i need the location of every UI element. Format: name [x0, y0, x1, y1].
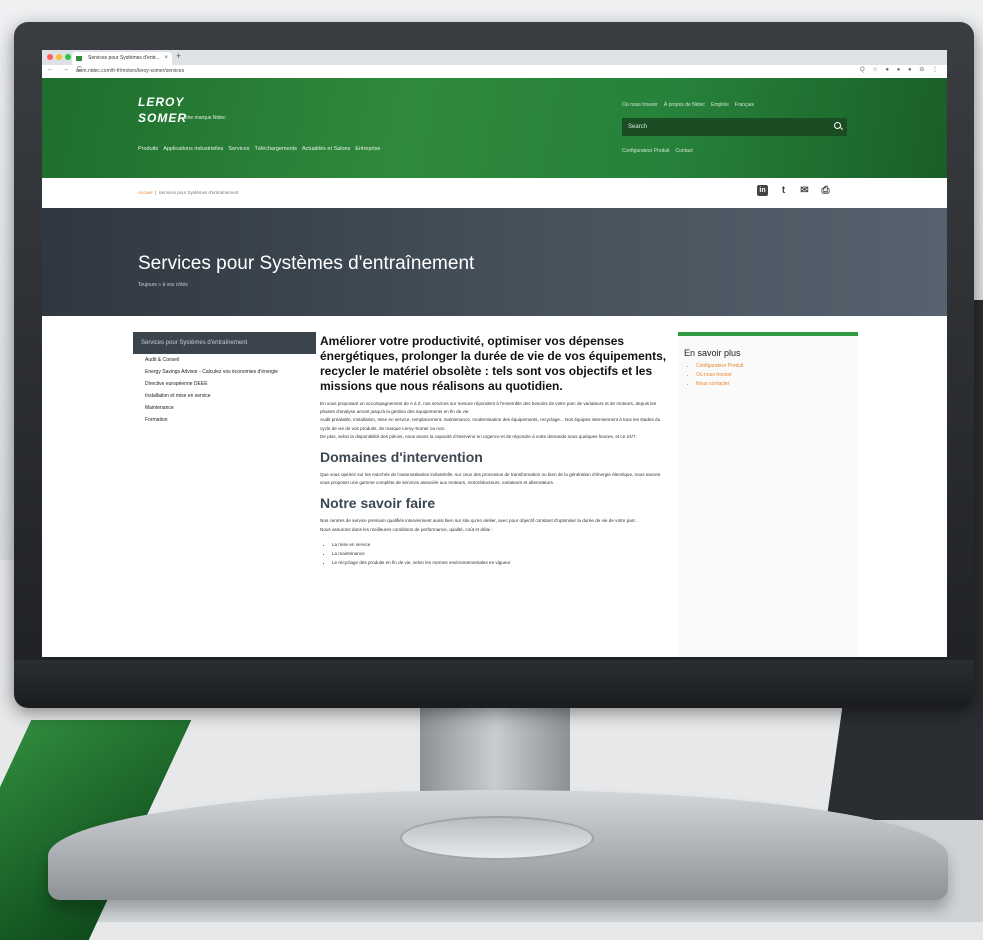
monitor-chin: [14, 660, 974, 708]
sidebar-item-audit[interactable]: Audit & Conseil: [133, 354, 316, 366]
util-link-language[interactable]: Français: [735, 102, 754, 108]
browser-toolbar-icons[interactable]: Q ☆ ● ● ● ⊖ ⋮: [860, 66, 941, 73]
sidebar-item-deee[interactable]: Directive européenne DEEE: [133, 378, 316, 390]
linkedin-icon[interactable]: in: [757, 185, 768, 196]
site-header: LEROY SOMER Une marque Nidec Produits Ap…: [42, 78, 947, 178]
close-window-button[interactable]: [47, 54, 53, 60]
list-item: La maintenance: [332, 549, 670, 558]
logo-line2[interactable]: SOMER: [138, 111, 187, 125]
sidebar-item-installation[interactable]: Installation et mise en service: [133, 390, 316, 402]
learn-more-links: Configurateur Produit Où nous trouver No…: [678, 362, 858, 389]
util-link-about[interactable]: À propos de Nidec: [664, 102, 705, 108]
nav-item-services[interactable]: Services: [228, 146, 249, 152]
section-heading-domaines: Domaines d'intervention: [320, 449, 483, 466]
maximize-window-button[interactable]: [65, 54, 71, 60]
page-title: Services pour Systèmes d'entraînement: [138, 253, 475, 274]
section-heading-savoir-faire: Notre savoir faire: [320, 495, 436, 512]
monitor-stand-ring: [400, 816, 594, 860]
nav-item-actualites[interactable]: Actualités et Salons: [302, 146, 350, 152]
utility-nav: Où nous trouver À propos de Nidec Emploi…: [622, 102, 754, 108]
intro-paragraph-3: De plus, selon la disponibilité des pièc…: [320, 433, 637, 439]
util-link-contact[interactable]: Contact: [676, 148, 693, 154]
util-link-jobs[interactable]: Emplois: [711, 102, 729, 108]
services-list: La mise en service La maintenance Le rec…: [320, 540, 670, 567]
util-link-configurator[interactable]: Configurateur Produit: [622, 148, 670, 154]
browser-tab-bar: Services pour Systèmes d'entr... × +: [42, 50, 947, 65]
link-contact[interactable]: Nous contacter: [696, 380, 858, 389]
list-item: La mise en service: [332, 540, 670, 549]
twitter-icon[interactable]: t: [778, 185, 789, 196]
sidebar-nav: Services pour Systèmes d'entraînement Au…: [133, 332, 316, 426]
domaines-paragraph: Que vous opériez sur les marchés de l'au…: [320, 472, 661, 486]
breadcrumb: Accueil | Services pour Systèmes d'entra…: [138, 190, 239, 195]
url-field[interactable]: acim.nidec.com/fr-fr/motors/leroy-somer/…: [76, 67, 184, 76]
savoir-faire-paragraph-2: Nous assurons dans les meilleures condit…: [320, 526, 493, 532]
minimize-window-button[interactable]: [56, 54, 62, 60]
close-tab-icon[interactable]: ×: [164, 52, 168, 65]
monitor-screen: Services pour Systèmes d'entr... × + ← →…: [42, 50, 947, 657]
browser-address-bar: ← → C acim.nidec.com/fr-fr/motors/leroy-…: [42, 65, 947, 79]
savoir-faire-paragraph-1: Nos centres de service premium qualifiés…: [320, 518, 637, 524]
page-subtitle: Toujours » à vos côtés: [138, 282, 188, 288]
logo-line1[interactable]: LEROY: [138, 95, 184, 109]
breadcrumb-current: Services pour Systèmes d'entraînement: [158, 190, 239, 195]
new-tab-icon[interactable]: +: [176, 51, 181, 61]
print-icon[interactable]: ⎙: [820, 185, 831, 196]
search-box[interactable]: Search: [622, 118, 847, 136]
secondary-utility-nav: Configurateur Produit Contact: [622, 148, 693, 154]
nav-item-telechargements[interactable]: Téléchargements: [255, 146, 298, 152]
share-icons: in t ✉ ⎙: [757, 185, 831, 196]
search-input[interactable]: Search: [628, 118, 647, 136]
hero-banner: Services pour Systèmes d'entraînement To…: [42, 208, 947, 316]
sidebar-item-energy-advisor[interactable]: Energy Savings Advisor - Calculez vos éc…: [133, 366, 316, 378]
tab-title: Services pour Systèmes d'entr...: [88, 55, 160, 61]
util-link-locations[interactable]: Où nous trouver: [622, 102, 658, 108]
mail-icon[interactable]: ✉: [799, 185, 810, 196]
sidebar-item-maintenance[interactable]: Maintenance: [133, 402, 316, 414]
favicon-icon: [76, 56, 82, 61]
nav-item-entreprise[interactable]: Entreprise: [355, 146, 380, 152]
lead-heading: Améliorer votre productivité, optimiser …: [320, 334, 667, 393]
window-controls: [47, 54, 71, 60]
breadcrumb-home[interactable]: Accueil: [138, 190, 153, 195]
intro-paragraph-1: En vous proposant un accompagnement de A…: [320, 401, 657, 415]
link-locations[interactable]: Où nous trouver: [696, 371, 858, 380]
sidebar-item-formation[interactable]: Formation: [133, 414, 316, 426]
search-icon[interactable]: [834, 122, 841, 129]
learn-more-panel: En savoir plus Configurateur Produit Où …: [678, 332, 858, 657]
logo-tagline: Une marque Nidec: [184, 115, 226, 121]
nav-item-applications[interactable]: Applications industrielles: [163, 146, 223, 152]
browser-tab[interactable]: Services pour Systèmes d'entr... ×: [72, 52, 172, 65]
list-item: Le recyclage des produits en fin de vie,…: [332, 558, 670, 567]
nav-item-produits[interactable]: Produits: [138, 146, 158, 152]
main-nav: Produits Applications industrielles Serv…: [138, 146, 380, 152]
sidebar-heading[interactable]: Services pour Systèmes d'entraînement: [133, 332, 316, 354]
breadcrumb-bar: Accueil | Services pour Systèmes d'entra…: [42, 178, 947, 209]
link-configurator[interactable]: Configurateur Produit: [696, 362, 858, 371]
intro-paragraph-2: Audit préalable, installation, mise en s…: [320, 417, 661, 431]
learn-more-title: En savoir plus: [684, 348, 741, 358]
main-content: Améliorer votre productivité, optimiser …: [320, 332, 670, 567]
